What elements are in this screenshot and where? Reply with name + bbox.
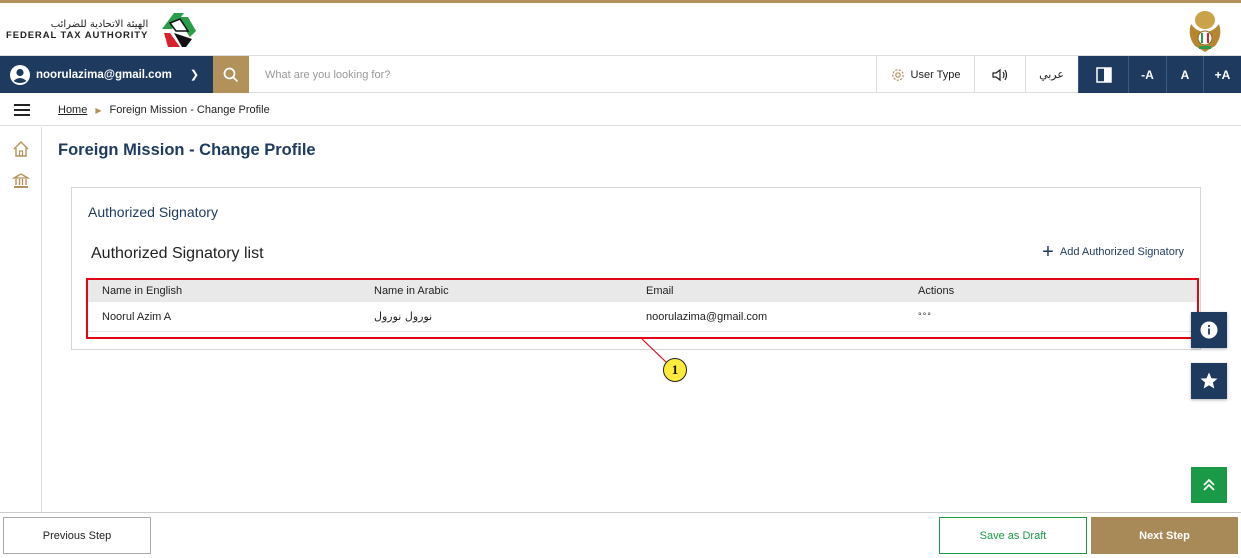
favorite-button[interactable] — [1191, 363, 1227, 399]
annotation-callout: 1 — [663, 358, 687, 382]
wizard-footer: Previous Step Save as Draft Next Step — [0, 512, 1241, 558]
scroll-to-top-button[interactable] — [1191, 467, 1227, 503]
info-button[interactable] — [1191, 312, 1227, 348]
previous-step-button[interactable]: Previous Step — [3, 517, 151, 554]
save-as-draft-button[interactable]: Save as Draft — [939, 517, 1087, 554]
info-icon — [1200, 321, 1218, 339]
double-chevron-up-icon — [1203, 478, 1215, 491]
next-step-button[interactable]: Next Step — [1091, 517, 1238, 554]
star-icon — [1200, 372, 1218, 389]
callout-leader-line — [641, 338, 667, 363]
